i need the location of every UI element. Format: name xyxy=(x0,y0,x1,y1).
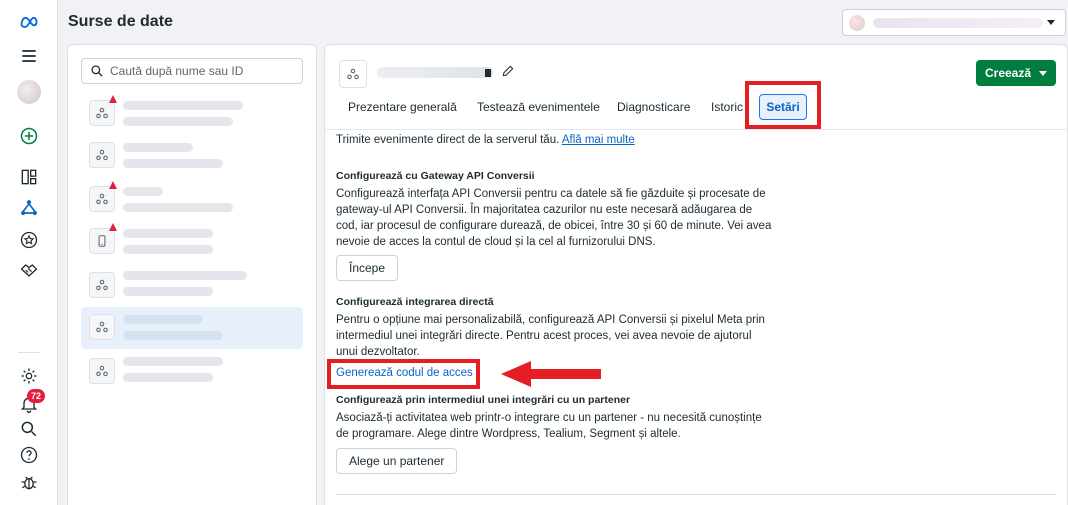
item-id-redacted xyxy=(123,373,213,382)
meta-logo-icon[interactable] xyxy=(17,10,41,34)
annotation-highlight-box xyxy=(327,359,480,389)
annotation-arrow xyxy=(501,361,601,387)
item-id-redacted xyxy=(123,245,213,254)
rail-divider xyxy=(18,352,40,353)
search-input[interactable] xyxy=(110,64,300,78)
list-item[interactable] xyxy=(81,93,303,135)
warning-icon xyxy=(109,95,117,103)
list-item[interactable] xyxy=(81,221,303,263)
item-id-redacted xyxy=(123,331,223,340)
handshake-icon[interactable] xyxy=(17,258,41,282)
learn-more-link[interactable]: Află mai multe xyxy=(562,134,635,146)
list-item[interactable] xyxy=(81,265,303,307)
item-name-redacted xyxy=(123,315,203,324)
gateway-description: Configurează interfața API Conversii pen… xyxy=(336,188,772,248)
partner-heading: Configurează prin intermediul unei integ… xyxy=(336,394,631,406)
page-title: Surse de date xyxy=(68,13,173,30)
pencil-icon[interactable] xyxy=(501,64,515,78)
notification-count-badge: 72 xyxy=(27,389,45,403)
menu-icon[interactable] xyxy=(17,44,41,68)
search-icon xyxy=(91,65,103,77)
create-button[interactable]: Creează xyxy=(976,60,1056,86)
item-name-redacted xyxy=(123,271,247,280)
pixel-icon xyxy=(89,186,115,212)
direct-integration-heading: Configurează integrarea directă xyxy=(336,296,494,308)
item-id-redacted xyxy=(123,287,213,296)
settings-panel: Creează Prezentare generală Testează eve… xyxy=(324,44,1068,505)
settings-content: Trimite evenimente direct de la serverul… xyxy=(325,129,1067,505)
item-name-redacted xyxy=(123,357,223,366)
list-item[interactable] xyxy=(81,135,303,177)
search-icon[interactable] xyxy=(17,417,41,441)
start-button[interactable]: Începe xyxy=(336,255,399,281)
warning-icon xyxy=(109,223,117,231)
item-name-redacted xyxy=(123,101,243,110)
list-item-selected[interactable] xyxy=(81,307,303,349)
app-icon xyxy=(89,228,115,254)
search-box[interactable] xyxy=(81,58,303,84)
list-item[interactable] xyxy=(81,179,303,221)
list-item[interactable] xyxy=(81,351,303,393)
warning-icon xyxy=(109,181,117,189)
pixel-icon xyxy=(89,358,115,384)
avatar[interactable] xyxy=(17,80,41,104)
direct-integration-description: Pentru o opțiune mai personalizabilă, co… xyxy=(336,314,765,358)
choose-partner-button[interactable]: Alege un partener xyxy=(336,448,458,474)
chevron-down-icon xyxy=(1039,70,1048,76)
data-source-name-redacted xyxy=(377,67,493,78)
pixel-icon xyxy=(89,100,115,126)
partner-description: Asociază-ți activitatea web printr-o int… xyxy=(336,412,762,440)
create-button-label: Creează xyxy=(984,66,1032,80)
account-selector[interactable] xyxy=(842,9,1066,36)
left-nav-rail: 72 xyxy=(0,0,58,505)
events-manager-icon[interactable] xyxy=(17,196,41,220)
gateway-heading: Configurează cu Gateway API Conversii xyxy=(336,170,535,182)
item-name-redacted xyxy=(123,143,193,152)
item-id-redacted xyxy=(123,117,233,126)
item-id-redacted xyxy=(123,203,233,212)
tab-test-events[interactable]: Testează evenimentele xyxy=(477,100,600,114)
tab-overview[interactable]: Prezentare generală xyxy=(348,100,457,114)
item-id-redacted xyxy=(123,159,223,168)
pixel-icon xyxy=(89,272,115,298)
help-icon[interactable] xyxy=(17,443,41,467)
pixel-icon xyxy=(339,60,367,88)
item-name-redacted xyxy=(123,187,163,196)
intro-paragraph: Trimite evenimente direct de la serverul… xyxy=(336,132,776,148)
pixel-icon xyxy=(89,314,115,340)
account-name-redacted xyxy=(873,18,1043,28)
data-source-name-tail xyxy=(485,69,491,77)
settings-icon[interactable] xyxy=(17,364,41,388)
add-circle-icon[interactable] xyxy=(17,124,41,148)
tab-history[interactable]: Istoric xyxy=(711,100,743,114)
data-sources-list xyxy=(67,44,317,505)
account-avatar xyxy=(849,15,865,31)
item-name-redacted xyxy=(123,229,213,238)
intro-text: Trimite evenimente direct de la serverul… xyxy=(336,134,560,146)
divider xyxy=(336,494,1056,495)
pixel-icon xyxy=(89,142,115,168)
chevron-down-icon xyxy=(1047,20,1055,25)
bug-icon[interactable] xyxy=(17,470,41,494)
star-badge-icon[interactable] xyxy=(17,228,41,252)
dashboard-icon[interactable] xyxy=(17,165,41,189)
tab-bar: Prezentare generală Testează evenimentel… xyxy=(325,93,1067,121)
tab-diagnostics[interactable]: Diagnosticare xyxy=(617,100,690,114)
annotation-highlight-box xyxy=(745,81,821,129)
